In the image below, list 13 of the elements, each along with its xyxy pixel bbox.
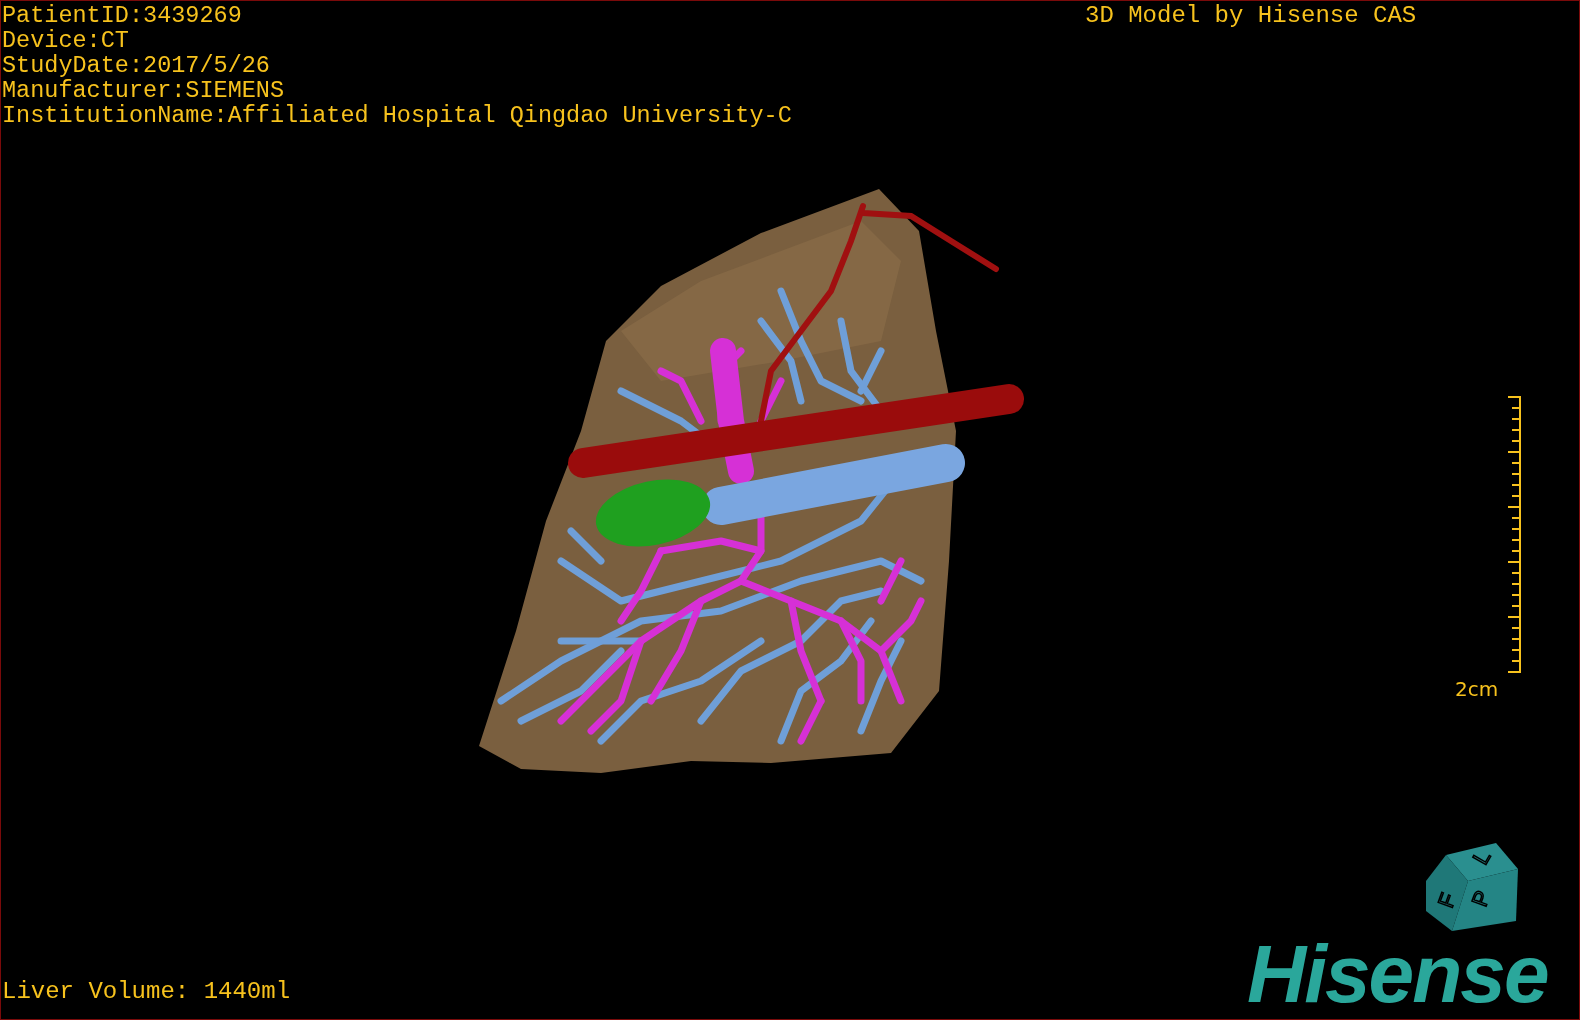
- cube-face-label: L: [1467, 845, 1496, 869]
- scale-label: 2cm: [1455, 678, 1499, 700]
- info-text: InstitutionName:Affiliated Hospital Qingdao University-C: [2, 103, 792, 128]
- info-text: PatientID:3439269: [2, 3, 243, 28]
- logo: Hisense: [1247, 939, 1548, 1009]
- info-text: StudyDate:2017/5/26: [2, 53, 271, 78]
- liver-volume-text: Liver Volume: 1440ml: [2, 979, 291, 1005]
- viewer-title: 3D Model by Hisense CAS: [1085, 3, 1417, 28]
- orientation-cube[interactable]: [1426, 843, 1518, 931]
- cube-face-label: F: [1432, 889, 1461, 912]
- info-text: Manufacturer:SIEMENS: [2, 78, 286, 103]
- cube-face-label: P: [1466, 887, 1496, 910]
- info-text: Device:CT: [2, 28, 130, 53]
